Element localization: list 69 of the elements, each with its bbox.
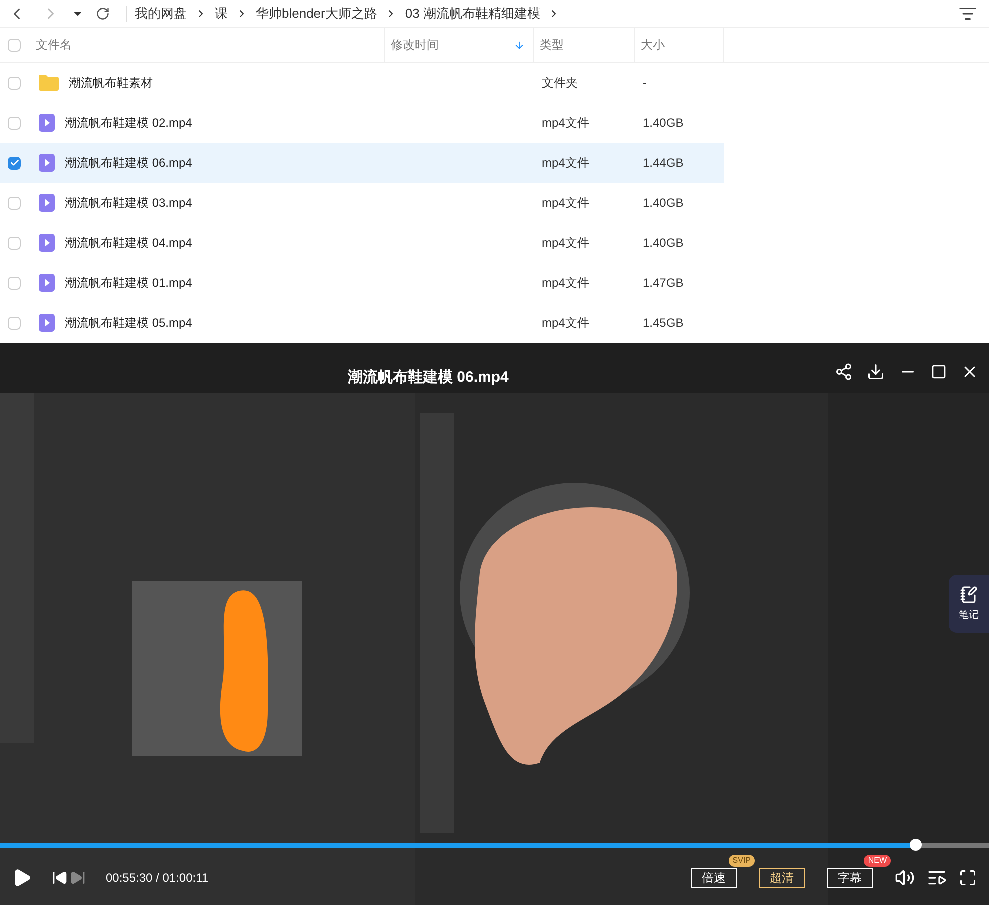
video-file-icon	[39, 114, 55, 132]
video-file-icon	[39, 274, 55, 292]
video-file-icon	[39, 194, 55, 212]
share-icon[interactable]	[835, 363, 853, 381]
fullscreen-icon[interactable]	[959, 869, 977, 887]
checkbox[interactable]	[8, 236, 21, 250]
next-icon[interactable]	[70, 870, 86, 886]
file-row[interactable]: 潮流帆布鞋建模 02.mp4 mp4文件 1.40GB	[0, 103, 724, 143]
file-size: 1.44GB	[642, 155, 685, 172]
file-row[interactable]: 潮流帆布鞋素材 文件夹 -	[0, 63, 724, 103]
file-size: 1.40GB	[642, 235, 685, 252]
player-option-button[interactable]: 倍速	[691, 868, 737, 888]
checkbox[interactable]	[8, 316, 21, 330]
sort-arrow-icon	[514, 40, 525, 50]
file-row[interactable]: 潮流帆布鞋建模 01.mp4 mp4文件 1.47GB	[0, 263, 724, 303]
player-option-button[interactable]: 超清	[759, 868, 805, 888]
notes-button[interactable]: 笔记	[949, 575, 989, 633]
refresh-icon[interactable]	[96, 6, 110, 20]
column-header[interactable]: 类型	[534, 28, 635, 62]
file-size: 1.40GB	[642, 115, 685, 132]
player-option-button[interactable]: 字幕	[827, 868, 873, 888]
checkbox[interactable]	[8, 156, 21, 170]
video-title: 潮流帆布鞋建模 06.mp4	[348, 368, 509, 388]
checkbox[interactable]	[8, 76, 21, 90]
time-display: 00:55:30 / 01:00:11	[106, 870, 209, 887]
file-size: 1.47GB	[642, 275, 685, 292]
video-file-icon	[39, 234, 55, 252]
notes-icon	[960, 586, 978, 604]
previous-icon[interactable]	[52, 870, 68, 886]
file-name[interactable]: 潮流帆布鞋建模 04.mp4	[65, 234, 192, 252]
checkbox[interactable]	[8, 116, 21, 130]
file-name[interactable]: 潮流帆布鞋建模 06.mp4	[65, 154, 192, 172]
volume-icon[interactable]	[895, 868, 915, 888]
breadcrumb-link[interactable]: 课	[215, 4, 228, 24]
file-row[interactable]: 潮流帆布鞋建模 06.mp4 mp4文件 1.44GB	[0, 143, 724, 183]
file-name[interactable]: 潮流帆布鞋建模 05.mp4	[65, 314, 192, 332]
file-size: -	[642, 75, 648, 92]
file-name[interactable]: 潮流帆布鞋建模 03.mp4	[65, 194, 192, 212]
file-name[interactable]: 潮流帆布鞋建模 02.mp4	[65, 114, 192, 132]
file-size: 1.40GB	[642, 195, 685, 212]
file-type: mp4文件	[541, 115, 590, 132]
breadcrumb-link[interactable]: 华帅blender大师之路	[256, 4, 378, 24]
file-type: mp4文件	[541, 275, 590, 292]
video-file-icon	[39, 154, 55, 172]
badge: NEW	[864, 855, 891, 867]
breadcrumb-link[interactable]: 我的网盘	[135, 4, 187, 24]
file-row[interactable]: 潮流帆布鞋建模 03.mp4 mp4文件 1.40GB	[0, 183, 724, 223]
file-name[interactable]: 潮流帆布鞋建模 01.mp4	[65, 274, 192, 292]
checkbox[interactable]	[8, 196, 21, 210]
breadcrumb-link[interactable]: 03 潮流帆布鞋精细建模	[405, 4, 540, 24]
file-type: mp4文件	[541, 315, 590, 332]
column-header[interactable]: 修改时间	[385, 28, 534, 62]
checkbox[interactable]	[8, 38, 21, 52]
column-header[interactable]: 文件名	[0, 28, 385, 62]
folder-icon	[39, 75, 59, 91]
file-name[interactable]: 潮流帆布鞋素材	[69, 74, 153, 92]
file-type: mp4文件	[541, 155, 590, 172]
file-type: mp4文件	[541, 235, 590, 252]
checkbox[interactable]	[8, 276, 21, 290]
file-size: 1.45GB	[642, 315, 685, 332]
column-header[interactable]: 大小	[635, 28, 724, 62]
file-type: 文件夹	[541, 75, 579, 92]
check-icon	[10, 158, 20, 168]
file-type: mp4文件	[541, 195, 590, 212]
file-row[interactable]: 潮流帆布鞋建模 05.mp4 mp4文件 1.45GB	[0, 303, 724, 343]
download-icon[interactable]	[867, 363, 885, 381]
maximize-icon[interactable]	[931, 364, 947, 380]
file-row[interactable]: 潮流帆布鞋建模 04.mp4 mp4文件 1.40GB	[0, 223, 724, 263]
video-file-icon	[39, 314, 55, 332]
